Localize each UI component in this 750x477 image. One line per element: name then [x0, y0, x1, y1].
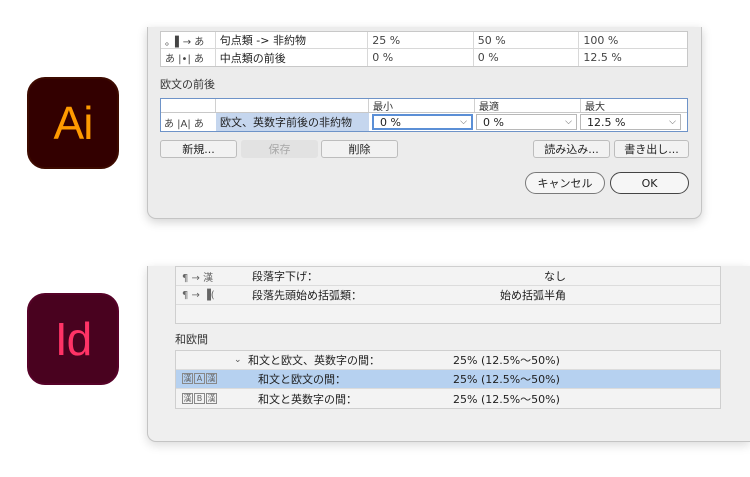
chevron-down-icon: ⌵: [460, 117, 467, 127]
row-value: 始め括弧半角: [500, 289, 566, 302]
import-button[interactable]: 読み込み...: [533, 140, 610, 158]
kanji-box-icon: 漢: [182, 373, 193, 385]
opt-dropdown-value: 0 %: [483, 115, 504, 129]
digit-box-icon: B: [194, 392, 205, 404]
kanji-box-icon: 漢: [182, 392, 193, 404]
save-button[interactable]: 保存: [241, 140, 318, 158]
header-blank: [216, 99, 369, 112]
header-max: 最大: [585, 102, 605, 113]
row-label: 中点類の前後: [216, 49, 369, 66]
kanji-box-icon: 漢: [206, 373, 217, 385]
alphanumeric-icon: あ |A| あ: [164, 118, 204, 130]
chevron-down-icon: ⌵: [565, 117, 572, 127]
max-dropdown[interactable]: 12.5 % ⌵: [580, 114, 681, 130]
row-value: なし: [544, 270, 566, 283]
period-spacing-icon: 。▌→ あ: [161, 32, 216, 48]
ai-alphanumeric-table: 最小 最適 最大 あ |A| あ 欧文、英数字前後の非約物 0 % ⌵ 0 % …: [160, 98, 688, 132]
list-item[interactable]: ¶ → 漢 段落字下げ： なし: [176, 267, 720, 286]
header-blank: [161, 99, 216, 112]
delete-button[interactable]: 削除: [321, 140, 398, 158]
table-header: 最小 最適 最大: [161, 99, 687, 113]
group-label: 和文と欧文、英数字の間：: [248, 354, 380, 367]
alpha-box-icon: A: [194, 373, 205, 385]
table-row[interactable]: あ |A| あ 欧文、英数字前後の非約物 0 % ⌵ 0 % ⌵ 12.5 % …: [161, 113, 687, 131]
row-label: 段落先頭始め括弧類：: [252, 289, 362, 302]
section-label-alphanumeric: 欧文の前後: [160, 78, 215, 91]
row-value: 25% (12.5%〜50%): [453, 373, 560, 386]
list-item[interactable]: 漢B漢 和文と英数字の間： 25% (12.5%〜50%): [176, 389, 720, 408]
opt-value: 0 %: [474, 49, 580, 66]
paragraph-bracket-icon: ¶ → ▐(: [182, 289, 215, 301]
ok-button[interactable]: OK: [610, 172, 689, 194]
middle-dot-icon: あ |•| あ: [161, 49, 216, 66]
group-value: 25% (12.5%〜50%): [453, 354, 560, 367]
indesign-logo-text: Id: [54, 313, 92, 365]
list-item-empty: [176, 305, 720, 323]
min-dropdown[interactable]: 0 % ⌵: [372, 114, 473, 130]
ai-spacing-table: 。▌→ あ 句点類 -> 非約物 25 % 50 % 100 % あ |•| あ…: [160, 31, 688, 67]
table-row[interactable]: あ |•| あ 中点類の前後 0 % 0 % 12.5 %: [161, 49, 687, 66]
illustrator-logo-text: Ai: [53, 97, 94, 149]
min-dropdown-value: 0 %: [380, 115, 401, 129]
kanji-alpha-kanji-icon: 漢A漢: [176, 373, 258, 385]
max-value: 100 %: [583, 33, 619, 47]
export-button[interactable]: 書き出し...: [614, 140, 689, 158]
opt-value: 50 %: [474, 32, 580, 48]
illustrator-app-icon: Ai: [27, 77, 119, 169]
kanji-digit-kanji-icon: 漢B漢: [176, 392, 258, 405]
min-value: 0 %: [368, 49, 474, 66]
row-label: 和文と欧文の間：: [258, 373, 346, 386]
new-button[interactable]: 新規...: [160, 140, 237, 158]
illustrator-mojikumi-dialog: 。▌→ あ 句点類 -> 非約物 25 % 50 % 100 % あ |•| あ…: [147, 27, 702, 219]
max-value: 12.5 %: [583, 51, 622, 64]
chevron-down-icon[interactable]: ⌄: [234, 355, 248, 365]
indesign-app-icon: Id: [27, 293, 119, 385]
min-value: 25 %: [368, 32, 474, 48]
id-wa-ou-list: ⌄ 和文と欧文、英数字の間： 25% (12.5%〜50%) 漢A漢 和文と欧文…: [175, 350, 721, 409]
id-indent-list: ¶ → 漢 段落字下げ： なし ¶ → ▐( 段落先頭始め括弧類： 始め括弧半角: [175, 266, 721, 324]
indesign-mojikumi-dialog: ¶ → 漢 段落字下げ： なし ¶ → ▐( 段落先頭始め括弧類： 始め括弧半角…: [147, 266, 750, 442]
list-item-selected[interactable]: 漢A漢 和文と欧文の間： 25% (12.5%〜50%): [176, 370, 720, 389]
kanji-box-icon: 漢: [206, 392, 217, 404]
opt-dropdown[interactable]: 0 % ⌵: [476, 114, 577, 130]
row-value: 25% (12.5%〜50%): [453, 392, 560, 406]
row-label: 句点類 -> 非約物: [216, 32, 369, 48]
section-label-wa-ou: 和欧間: [175, 333, 208, 346]
header-min: 最小: [369, 99, 475, 113]
paragraph-indent-icon: ¶ → 漢: [182, 272, 214, 284]
header-opt: 最適: [475, 99, 581, 113]
max-dropdown-value: 12.5 %: [587, 115, 626, 129]
table-row[interactable]: 。▌→ あ 句点類 -> 非約物 25 % 50 % 100 %: [161, 32, 687, 49]
row-label: 和文と英数字の間：: [258, 392, 357, 406]
cancel-button[interactable]: キャンセル: [525, 172, 605, 194]
row-label: 段落字下げ：: [252, 270, 318, 283]
chevron-down-icon: ⌵: [669, 117, 676, 127]
list-item[interactable]: ¶ → ▐( 段落先頭始め括弧類： 始め括弧半角: [176, 286, 720, 305]
list-item-group[interactable]: ⌄ 和文と欧文、英数字の間： 25% (12.5%〜50%): [176, 351, 720, 370]
row-label: 欧文、英数字前後の非約物: [216, 113, 369, 131]
